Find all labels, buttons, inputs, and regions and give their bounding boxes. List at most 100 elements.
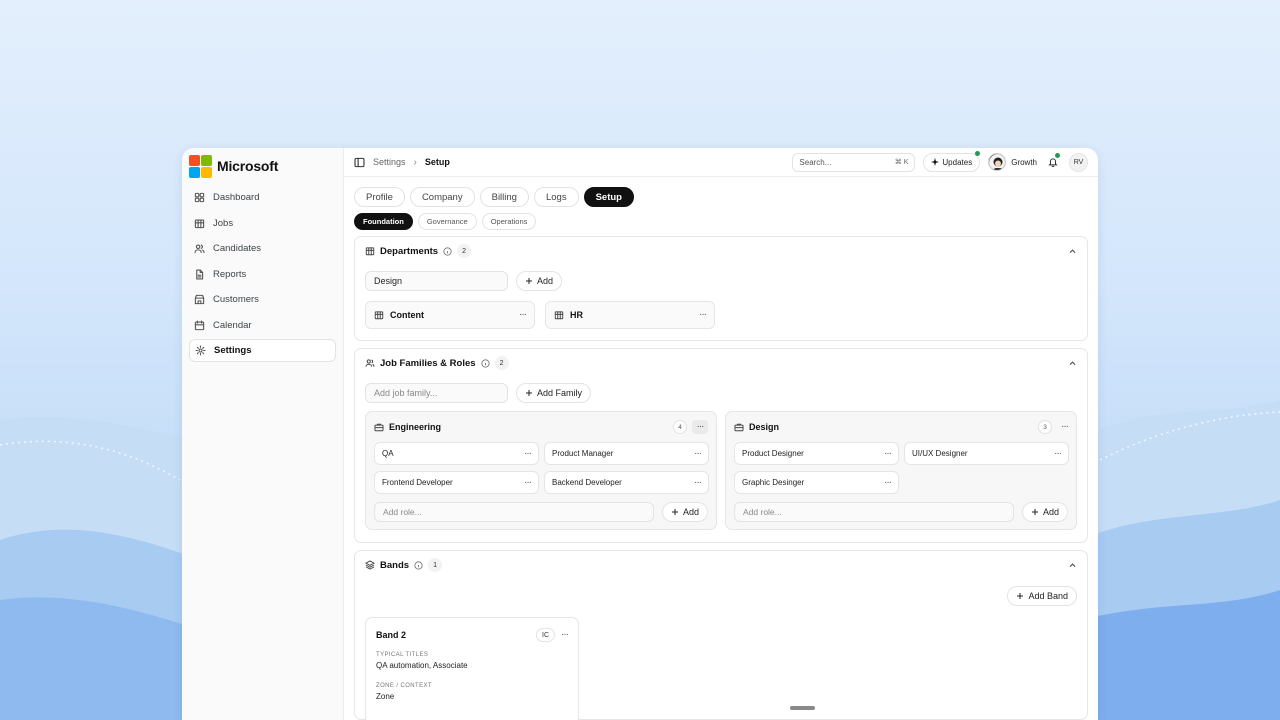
role-name: QA bbox=[382, 449, 394, 458]
sidebar-item-reports[interactable]: Reports bbox=[189, 263, 336, 286]
tab-billing[interactable]: Billing bbox=[479, 187, 529, 207]
add-band-button[interactable]: Add Band bbox=[1007, 586, 1077, 606]
chevron-up-icon[interactable] bbox=[1068, 561, 1077, 570]
add-role-label: Add bbox=[1042, 507, 1059, 517]
search-input[interactable]: Search... ⌘ K bbox=[792, 152, 916, 172]
tab-setup[interactable]: Setup bbox=[583, 187, 634, 207]
more-options-icon[interactable]: ··· bbox=[694, 448, 702, 459]
role-name: Product Manager bbox=[552, 449, 614, 458]
departments-count-badge: 2 bbox=[457, 244, 472, 258]
job-family-list: Engineering 4 ··· QA ··· Product Manager ·… bbox=[365, 411, 1077, 530]
role-item[interactable]: QA ··· bbox=[374, 442, 539, 465]
sidebar-toggle-icon[interactable] bbox=[354, 157, 365, 168]
job-family-input[interactable]: Add job family... bbox=[365, 383, 508, 403]
chevron-up-icon[interactable] bbox=[1068, 359, 1077, 368]
more-options-icon[interactable]: ··· bbox=[561, 630, 569, 640]
add-band-row: Add Band bbox=[365, 586, 1077, 606]
store-icon bbox=[194, 294, 205, 305]
logo-square-yellow bbox=[201, 166, 212, 178]
subtab-operations[interactable]: Operations bbox=[481, 213, 537, 230]
user-initials-avatar[interactable]: RV bbox=[1069, 152, 1088, 172]
breadcrumb-settings[interactable]: Settings bbox=[373, 157, 406, 167]
setup-subtabs: Foundation Governance Operations bbox=[354, 213, 1088, 230]
breadcrumb-separator-icon: › bbox=[413, 156, 417, 168]
department-add-row: Design Add bbox=[365, 271, 1077, 291]
more-options-icon[interactable]: ··· bbox=[1061, 422, 1069, 432]
add-role-input[interactable]: Add role... bbox=[374, 502, 654, 522]
tab-company[interactable]: Company bbox=[409, 187, 475, 207]
info-icon[interactable] bbox=[480, 358, 490, 368]
sidebar-item-calendar[interactable]: Calendar bbox=[189, 314, 336, 337]
job-families-header: Job Families & Roles 2 bbox=[365, 349, 1077, 377]
bands-header: Bands 1 bbox=[365, 551, 1077, 579]
brand-name: Microsoft bbox=[217, 158, 279, 174]
more-options-icon[interactable]: ··· bbox=[884, 477, 892, 488]
sidebar-item-label: Jobs bbox=[213, 217, 234, 229]
users-icon bbox=[194, 244, 205, 254]
tab-profile[interactable]: Profile bbox=[354, 187, 405, 207]
more-options-icon[interactable]: ··· bbox=[1054, 448, 1062, 459]
more-options-icon[interactable]: ··· bbox=[524, 448, 532, 459]
add-role-button[interactable]: Add bbox=[1021, 502, 1068, 522]
user-menu[interactable]: Growth bbox=[988, 153, 1037, 171]
sidebar-item-candidates[interactable]: Candidates bbox=[189, 237, 336, 260]
main-area: Settings › Setup Search... ⌘ K Updates G… bbox=[344, 148, 1098, 720]
notifications-button[interactable] bbox=[1045, 153, 1061, 170]
sidebar-item-jobs[interactable]: Jobs bbox=[189, 212, 336, 235]
band-header: Band 2 IC ··· bbox=[376, 618, 569, 652]
add-family-button[interactable]: Add Family bbox=[516, 383, 592, 403]
sparkle-icon bbox=[931, 158, 940, 166]
sidebar-item-label: Settings bbox=[214, 345, 252, 356]
more-options-icon[interactable]: ··· bbox=[699, 310, 707, 320]
info-icon[interactable] bbox=[443, 246, 452, 256]
role-grid: Product Designer ··· UI/UX Designer ··· Gr… bbox=[734, 442, 1069, 494]
departments-card: Departments 2 Design Add Content ··· HR … bbox=[354, 236, 1088, 341]
sidebar-item-dashboard[interactable]: Dashboard bbox=[189, 186, 336, 209]
sidebar: Microsoft Dashboard Jobs Candidates Repo… bbox=[182, 148, 344, 720]
role-item[interactable]: UI/UX Designer ··· bbox=[904, 442, 1069, 465]
department-item-content[interactable]: Content ··· bbox=[365, 301, 535, 329]
role-item[interactable]: Frontend Developer ··· bbox=[374, 471, 539, 494]
add-role-input[interactable]: Add role... bbox=[734, 502, 1014, 522]
more-options-icon[interactable]: ··· bbox=[524, 477, 532, 488]
brand[interactable]: Microsoft bbox=[189, 154, 336, 178]
more-options-icon[interactable]: ··· bbox=[884, 448, 892, 459]
department-name: Content bbox=[390, 310, 424, 320]
chevron-up-icon[interactable] bbox=[1068, 247, 1077, 256]
logo-square-red bbox=[189, 154, 200, 166]
sidebar-item-label: Candidates bbox=[213, 243, 262, 254]
tab-logs[interactable]: Logs bbox=[533, 187, 579, 207]
role-item[interactable]: Graphic Desinger ··· bbox=[734, 471, 899, 494]
sidebar-item-settings[interactable]: Settings bbox=[189, 339, 336, 362]
plus-icon bbox=[526, 390, 532, 396]
job-family-count-badge: 3 bbox=[1038, 420, 1052, 434]
bands-title: Bands bbox=[380, 559, 410, 571]
department-input[interactable]: Design bbox=[365, 271, 508, 291]
job-family-header: Engineering 4 ··· bbox=[374, 412, 708, 442]
scroll-handle[interactable] bbox=[790, 706, 815, 710]
job-families-card: Job Families & Roles 2 Add job family...… bbox=[354, 348, 1088, 543]
department-item-hr[interactable]: HR ··· bbox=[545, 301, 715, 329]
settings-content: Profile Company Billing Logs Setup Found… bbox=[344, 177, 1098, 720]
more-options-button[interactable]: ··· bbox=[692, 420, 708, 434]
more-options-icon[interactable]: ··· bbox=[694, 477, 702, 488]
role-item[interactable]: Backend Developer ··· bbox=[544, 471, 709, 494]
file-icon bbox=[196, 268, 204, 280]
subtab-governance[interactable]: Governance bbox=[417, 213, 477, 230]
sidebar-item-customers[interactable]: Customers bbox=[189, 288, 336, 311]
plus-icon bbox=[526, 278, 532, 284]
add-department-button[interactable]: Add bbox=[516, 271, 563, 291]
zone-context-value: Zone bbox=[376, 692, 395, 701]
role-name: Backend Developer bbox=[552, 478, 622, 487]
role-name: UI/UX Designer bbox=[912, 449, 968, 458]
info-icon[interactable] bbox=[414, 560, 423, 570]
role-item[interactable]: Product Designer ··· bbox=[734, 442, 899, 465]
role-item[interactable]: Product Manager ··· bbox=[544, 442, 709, 465]
add-department-label: Add bbox=[537, 276, 554, 286]
updates-button[interactable]: Updates bbox=[923, 150, 981, 172]
add-role-button[interactable]: Add bbox=[661, 502, 708, 522]
job-families-count-badge: 2 bbox=[494, 356, 509, 370]
job-family-header: Design 3 ··· bbox=[734, 412, 1069, 442]
more-options-icon[interactable]: ··· bbox=[519, 310, 527, 320]
subtab-foundation[interactable]: Foundation bbox=[354, 213, 413, 230]
